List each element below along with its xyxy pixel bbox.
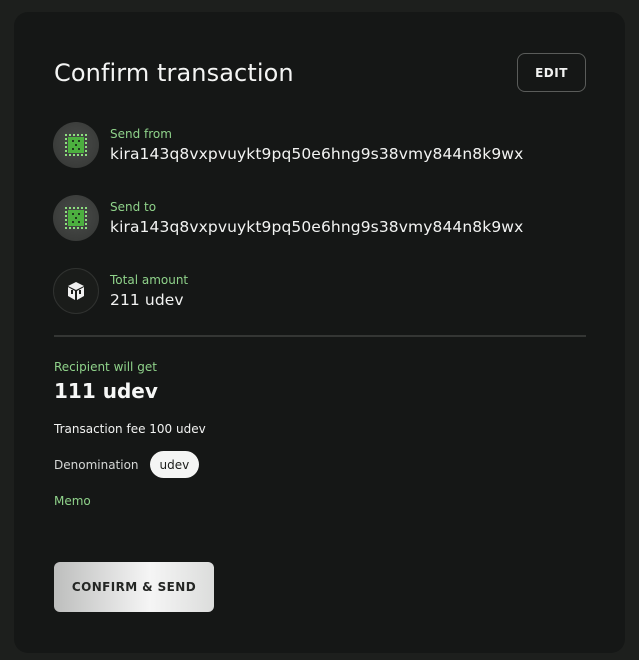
- confirm-transaction-card: Confirm transaction EDIT Send from kira1…: [14, 12, 625, 653]
- recipient-label: Recipient will get: [54, 360, 157, 374]
- denomination-label: Denomination: [54, 457, 139, 472]
- recipient-amount: 111 udev: [54, 379, 158, 403]
- send-to-label: Send to: [110, 200, 157, 214]
- memo-label: Memo: [54, 494, 91, 508]
- send-to-address: kira143q8vxpvuykt9pq50e6hng9s38vmy844n8k…: [110, 218, 524, 236]
- page-title: Confirm transaction: [54, 59, 294, 87]
- send-from-label: Send from: [110, 127, 172, 141]
- transaction-fee: Transaction fee 100 udev: [54, 422, 206, 436]
- edit-button[interactable]: EDIT: [517, 53, 586, 92]
- identicon-icon: [53, 122, 99, 168]
- identicon-icon: [53, 195, 99, 241]
- send-from-row: Send from kira143q8vxpvuykt9pq50e6hng9s3…: [53, 122, 523, 168]
- total-amount-row: Total amount 211 udev: [53, 268, 188, 314]
- divider: [54, 335, 586, 337]
- denomination-chip: udev: [149, 451, 200, 478]
- send-to-row: Send to kira143q8vxpvuykt9pq50e6hng9s38v…: [53, 195, 523, 241]
- token-icon: [53, 268, 99, 314]
- confirm-send-button[interactable]: CONFIRM & SEND: [54, 562, 214, 612]
- send-from-address: kira143q8vxpvuykt9pq50e6hng9s38vmy844n8k…: [110, 145, 524, 163]
- total-amount-value: 211 udev: [110, 291, 184, 309]
- denomination-row: Denomination udev: [54, 451, 200, 478]
- total-amount-label: Total amount: [110, 273, 189, 287]
